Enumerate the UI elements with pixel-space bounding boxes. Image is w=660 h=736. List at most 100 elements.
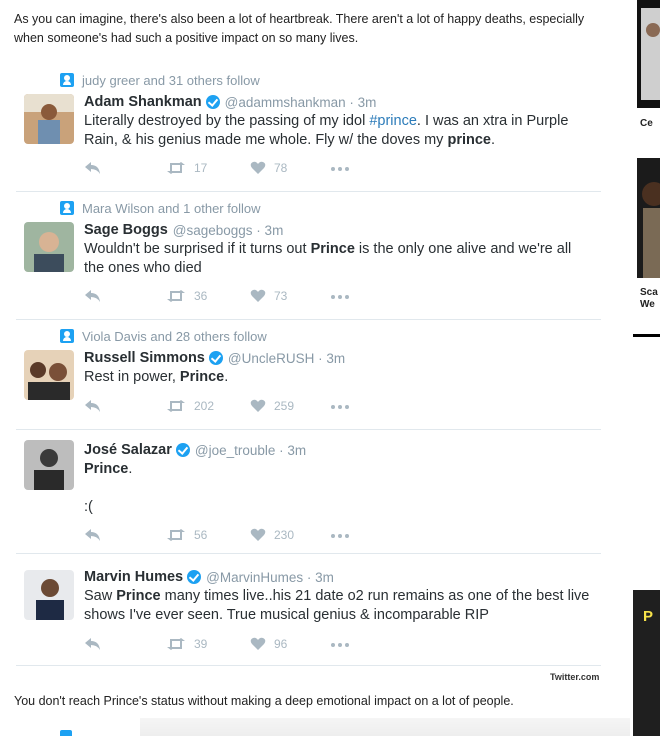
social-context: Viola Davis and 28 others follow: [60, 328, 267, 344]
tweet-header: Sage Boggs @sageboggs · 3m: [84, 221, 283, 239]
follow-badge-icon: [60, 329, 74, 343]
rail-promo-text: P: [643, 608, 654, 625]
tweet-text: Wouldn't be surprised if it turns out Pr…: [84, 241, 572, 276]
rail-divider: [633, 334, 660, 337]
more-icon[interactable]: [330, 294, 350, 300]
verified-icon: [175, 443, 190, 457]
heart-icon: [250, 528, 266, 541]
more-icon[interactable]: [330, 166, 350, 172]
like-button[interactable]: 96: [250, 637, 287, 651]
verified-icon: [205, 95, 220, 109]
tweet-text: Literally destroyed by the passing of my…: [84, 113, 569, 148]
more-icon[interactable]: [330, 533, 350, 539]
heart-icon: [250, 637, 266, 650]
tweet-header: José Salazar @joe_trouble · 3m: [84, 441, 306, 459]
reply-icon[interactable]: [84, 289, 102, 303]
hashtag-link[interactable]: #prince: [369, 113, 417, 129]
like-button[interactable]: 78: [250, 161, 287, 175]
author-name[interactable]: José Salazar: [84, 442, 172, 458]
retweet-icon: [167, 400, 185, 412]
author-name[interactable]: Adam Shankman: [84, 94, 202, 110]
heart-icon: [250, 161, 266, 174]
social-context: judy greer and 31 others follow: [60, 72, 260, 88]
reply-icon[interactable]: [84, 637, 102, 651]
like-button[interactable]: 230: [250, 528, 294, 542]
follow-badge-icon: [60, 730, 72, 736]
tweet-card[interactable]: Marvin Humes @MarvinHumes · 3m Saw Princ…: [16, 560, 601, 666]
avatar[interactable]: [24, 570, 74, 620]
retweet-icon: [167, 529, 185, 541]
tweet-actions: 36 73: [84, 289, 384, 307]
author-handle[interactable]: @joe_trouble · 3m: [195, 443, 306, 458]
heart-icon: [250, 289, 266, 302]
like-count: 259: [274, 399, 295, 413]
reply-icon[interactable]: [84, 399, 102, 413]
author-handle[interactable]: @sageboggs · 3m: [173, 223, 284, 238]
tweet-actions: 17 78: [84, 161, 384, 179]
tweet-card[interactable]: Mara Wilson and 1 other follow Sage Bogg…: [16, 200, 601, 320]
next-embed-edge: [140, 718, 630, 736]
retweet-button[interactable]: 56: [166, 528, 207, 542]
rail-caption[interactable]: Ce: [640, 118, 653, 130]
retweet-button[interactable]: 39: [166, 637, 207, 651]
retweet-count: 17: [194, 161, 208, 175]
reply-icon[interactable]: [84, 161, 102, 175]
author-name[interactable]: Russell Simmons: [84, 350, 205, 366]
rail-caption[interactable]: Sca We: [640, 287, 658, 311]
tweet-actions: 56 230: [84, 528, 384, 546]
author-handle[interactable]: @adammshankman · 3m: [225, 95, 377, 110]
avatar[interactable]: [24, 350, 74, 400]
like-count: 96: [274, 637, 288, 651]
tweet-text: Rest in power, Prince.: [84, 369, 229, 385]
retweet-icon: [167, 290, 185, 302]
retweet-button[interactable]: 36: [166, 289, 207, 303]
like-count: 78: [274, 161, 288, 175]
verified-icon: [187, 570, 202, 584]
right-rail: Ce Sca We P: [630, 0, 660, 736]
follow-badge-icon: [60, 201, 74, 215]
social-context-text: Mara Wilson and 1 other follow: [82, 200, 261, 216]
more-icon[interactable]: [330, 404, 350, 410]
tweet-header: Marvin Humes @MarvinHumes · 3m: [84, 568, 334, 586]
tweet-header: Russell Simmons @UncleRUSH · 3m: [84, 349, 345, 367]
more-icon[interactable]: [330, 642, 350, 648]
tweet-text: Saw Prince many times live..his 21 date …: [84, 588, 590, 623]
heart-icon: [250, 399, 266, 412]
author-handle[interactable]: @MarvinHumes · 3m: [206, 570, 334, 585]
social-context-text: Viola Davis and 28 others follow: [82, 328, 267, 344]
avatar[interactable]: [24, 94, 74, 144]
tweet-actions: 39 96: [84, 637, 384, 655]
tweet-card[interactable]: José Salazar @joe_trouble · 3m Prince. :…: [16, 432, 601, 554]
source-credit[interactable]: Twitter.com: [550, 672, 599, 682]
tweet-card[interactable]: judy greer and 31 others follow Adam Sha…: [16, 70, 601, 192]
like-count: 230: [274, 528, 295, 542]
verified-icon: [208, 351, 223, 365]
like-button[interactable]: 259: [250, 399, 294, 413]
retweet-count: 39: [194, 637, 208, 651]
reply-icon[interactable]: [84, 528, 102, 542]
like-button[interactable]: 73: [250, 289, 287, 303]
tweet-actions: 202 259: [84, 399, 384, 417]
like-count: 73: [274, 289, 288, 303]
social-context: Mara Wilson and 1 other follow: [60, 200, 260, 216]
author-name[interactable]: Sage Boggs: [84, 222, 168, 238]
article-outro: You don't reach Prince's status without …: [14, 694, 514, 708]
retweet-count: 56: [194, 528, 208, 542]
social-context-text: judy greer and 31 others follow: [82, 72, 260, 88]
author-name[interactable]: Marvin Humes: [84, 569, 183, 585]
author-handle[interactable]: @UncleRUSH · 3m: [228, 351, 345, 366]
article-intro: As you can imagine, there's also been a …: [14, 12, 585, 45]
retweet-icon: [167, 638, 185, 650]
retweet-button[interactable]: 202: [166, 399, 214, 413]
tweet-text-line2: :(: [84, 499, 93, 515]
retweet-button[interactable]: 17: [166, 161, 207, 175]
rail-thumbnail[interactable]: [637, 0, 660, 108]
retweet-count: 202: [194, 399, 215, 413]
follow-badge-icon: [60, 73, 74, 87]
article-body: As you can imagine, there's also been a …: [0, 0, 630, 736]
retweet-icon: [167, 162, 185, 174]
avatar[interactable]: [24, 440, 74, 490]
avatar[interactable]: [24, 222, 74, 272]
tweet-card[interactable]: Viola Davis and 28 others follow Russell…: [16, 328, 601, 430]
rail-thumbnail[interactable]: [637, 158, 660, 278]
